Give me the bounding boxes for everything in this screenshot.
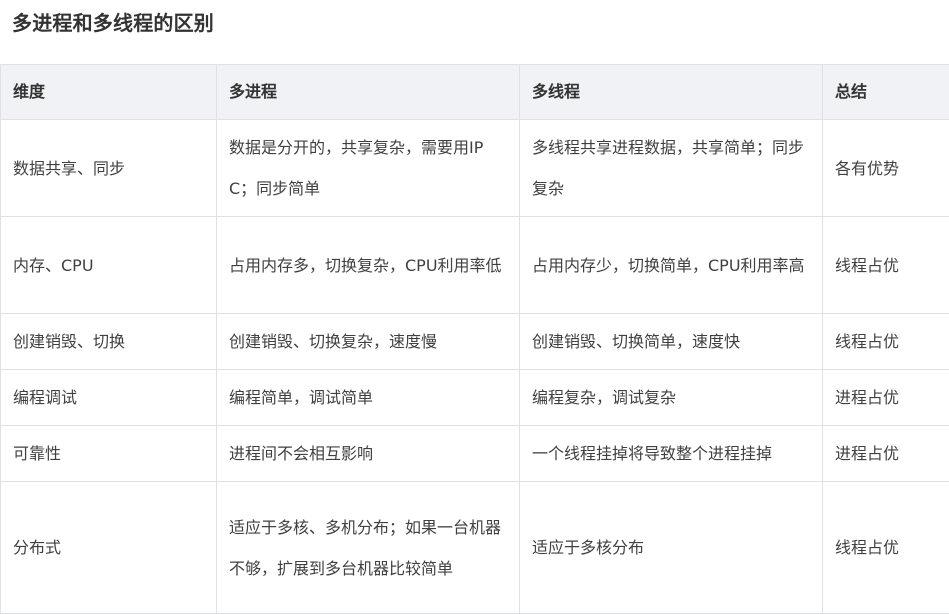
cell-multiprocess: 适应于多核、多机分布；如果一台机器不够，扩展到多台机器比较简单	[217, 482, 520, 614]
cell-dimension: 创建销毁、切换	[1, 314, 217, 370]
table-header-row: 维度 多进程 多线程 总结	[1, 65, 949, 120]
cell-multiprocess: 数据是分开的，共享复杂，需要用IPC；同步简单	[217, 120, 520, 217]
header-summary: 总结	[823, 65, 949, 120]
header-dimension: 维度	[1, 65, 217, 120]
cell-multithread: 适应于多核分布	[520, 482, 823, 614]
table-row: 内存、CPU 占用内存多，切换复杂，CPU利用率低 占用内存少，切换简单，CPU…	[1, 217, 949, 314]
cell-summary: 线程占优	[823, 314, 949, 370]
cell-summary: 线程占优	[823, 217, 949, 314]
cell-multiprocess: 编程简单，调试简单	[217, 370, 520, 426]
section-heading: 多进程和多线程的区别	[12, 9, 214, 37]
table-row: 可靠性 进程间不会相互影响 一个线程挂掉将导致整个进程挂掉 进程占优	[1, 426, 949, 482]
cell-dimension: 分布式	[1, 482, 217, 614]
table-row: 分布式 适应于多核、多机分布；如果一台机器不够，扩展到多台机器比较简单 适应于多…	[1, 482, 949, 614]
cell-summary: 各有优势	[823, 120, 949, 217]
cell-dimension: 内存、CPU	[1, 217, 217, 314]
cell-multiprocess: 进程间不会相互影响	[217, 426, 520, 482]
article-section: 多进程和多线程的区别 维度 多进程 多线程 总结 数据共享、同步 数据是分开的，…	[0, 0, 949, 608]
cell-multiprocess: 创建销毁、切换复杂，速度慢	[217, 314, 520, 370]
table-row: 编程调试 编程简单，调试简单 编程复杂，调试复杂 进程占优	[1, 370, 949, 426]
cell-multithread: 创建销毁、切换简单，速度快	[520, 314, 823, 370]
header-multiprocess: 多进程	[217, 65, 520, 120]
table-row: 数据共享、同步 数据是分开的，共享复杂，需要用IPC；同步简单 多线程共享进程数…	[1, 120, 949, 217]
header-multithread: 多线程	[520, 65, 823, 120]
cell-summary: 线程占优	[823, 482, 949, 614]
cell-dimension: 可靠性	[1, 426, 217, 482]
cell-multiprocess: 占用内存多，切换复杂，CPU利用率低	[217, 217, 520, 314]
cell-multithread: 编程复杂，调试复杂	[520, 370, 823, 426]
cell-dimension: 数据共享、同步	[1, 120, 217, 217]
cell-summary: 进程占优	[823, 426, 949, 482]
cell-multithread: 多线程共享进程数据，共享简单；同步复杂	[520, 120, 823, 217]
table-row: 创建销毁、切换 创建销毁、切换复杂，速度慢 创建销毁、切换简单，速度快 线程占优	[1, 314, 949, 370]
cell-multithread: 占用内存少，切换简单，CPU利用率高	[520, 217, 823, 314]
cell-summary: 进程占优	[823, 370, 949, 426]
cell-dimension: 编程调试	[1, 370, 217, 426]
comparison-table: 维度 多进程 多线程 总结 数据共享、同步 数据是分开的，共享复杂，需要用IPC…	[0, 64, 949, 614]
cell-multithread: 一个线程挂掉将导致整个进程挂掉	[520, 426, 823, 482]
